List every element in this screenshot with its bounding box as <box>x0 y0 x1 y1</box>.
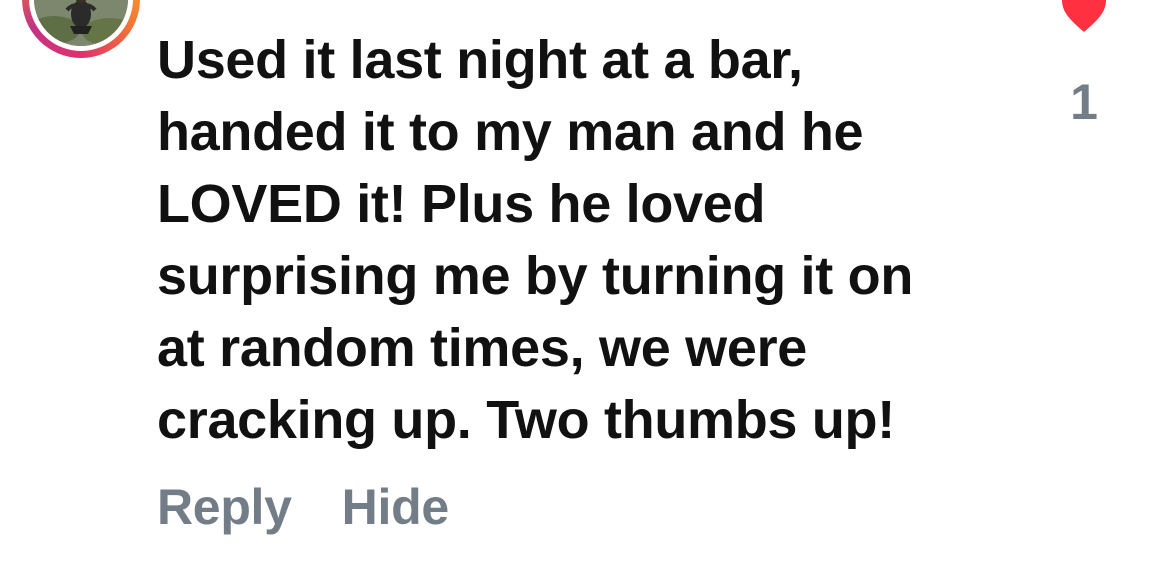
comment-text: Used it last night at a bar, handed it t… <box>157 30 914 450</box>
reply-button[interactable]: Reply <box>157 478 292 536</box>
avatar-border <box>29 0 133 51</box>
like-count: 1 <box>1070 74 1098 130</box>
heart-icon[interactable] <box>1060 0 1108 36</box>
comment-actions: Reply Hide <box>157 478 449 536</box>
comment-item: Used it last night at a bar, handed it t… <box>0 0 1170 587</box>
avatar[interactable] <box>22 0 140 58</box>
hide-button[interactable]: Hide <box>342 478 449 536</box>
username-text-fragment <box>760 0 820 8</box>
avatar-photo <box>34 0 128 46</box>
like-column: 1 <box>1052 0 1116 130</box>
avatar-image <box>34 0 128 46</box>
